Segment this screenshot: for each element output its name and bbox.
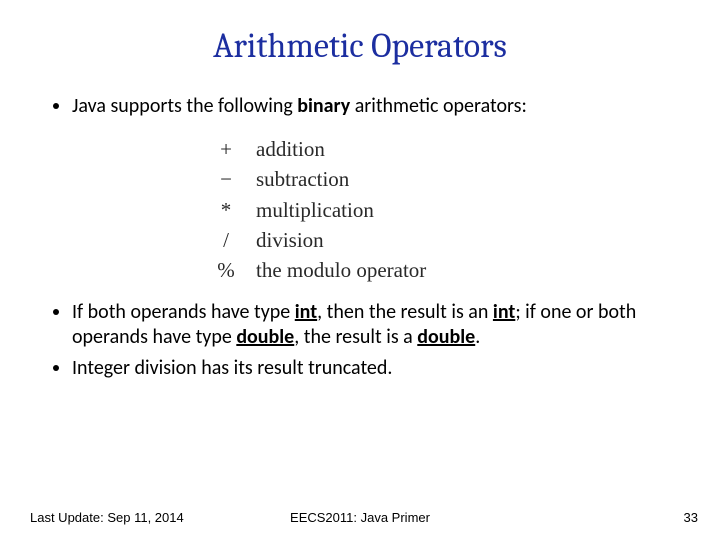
slide-title: Arithmetic Operators	[0, 0, 720, 76]
operator-desc: multiplication	[256, 196, 440, 224]
text: .	[475, 325, 480, 349]
slide-content: Java supports the following binary arith…	[0, 76, 720, 381]
footer-page-number: 33	[684, 510, 698, 525]
bullet-1: Java supports the following binary arith…	[72, 94, 670, 119]
operator-row: /division	[212, 226, 440, 254]
operator-symbol: /	[212, 226, 254, 254]
text: arithmetic operators:	[350, 94, 527, 118]
operator-row: −subtraction	[212, 165, 440, 193]
operator-desc: the modulo operator	[256, 256, 440, 284]
bullet-2: If both operands have type int, then the…	[72, 300, 670, 350]
bullet-list: Java supports the following binary arith…	[50, 94, 670, 119]
bullet-list-2: If both operands have type int, then the…	[50, 300, 670, 381]
bold-binary: binary	[297, 94, 350, 118]
operator-desc: subtraction	[256, 165, 440, 193]
text: , the result is a	[294, 325, 417, 349]
operator-symbol: %	[212, 256, 254, 284]
operator-symbol: −	[212, 165, 254, 193]
operator-row: *multiplication	[212, 196, 440, 224]
kw-int: int	[295, 300, 317, 324]
footer-course: EECS2011: Java Primer	[0, 510, 720, 525]
operator-symbol: +	[212, 135, 254, 163]
kw-int: int	[493, 300, 515, 324]
slide: Arithmetic Operators Java supports the f…	[0, 0, 720, 540]
kw-double: double	[417, 325, 475, 349]
operator-row: %the modulo operator	[212, 256, 440, 284]
text: Java supports the following	[72, 94, 297, 118]
operator-row: +addition	[212, 135, 440, 163]
text: , then the result is an	[317, 300, 493, 324]
operator-desc: addition	[256, 135, 440, 163]
bullet-3: Integer division has its result truncate…	[72, 356, 670, 381]
kw-double: double	[236, 325, 294, 349]
operator-desc: division	[256, 226, 440, 254]
operator-symbol: *	[212, 196, 254, 224]
operator-table: +addition−subtraction*multiplication/div…	[210, 133, 442, 286]
text: If both operands have type	[72, 300, 295, 324]
